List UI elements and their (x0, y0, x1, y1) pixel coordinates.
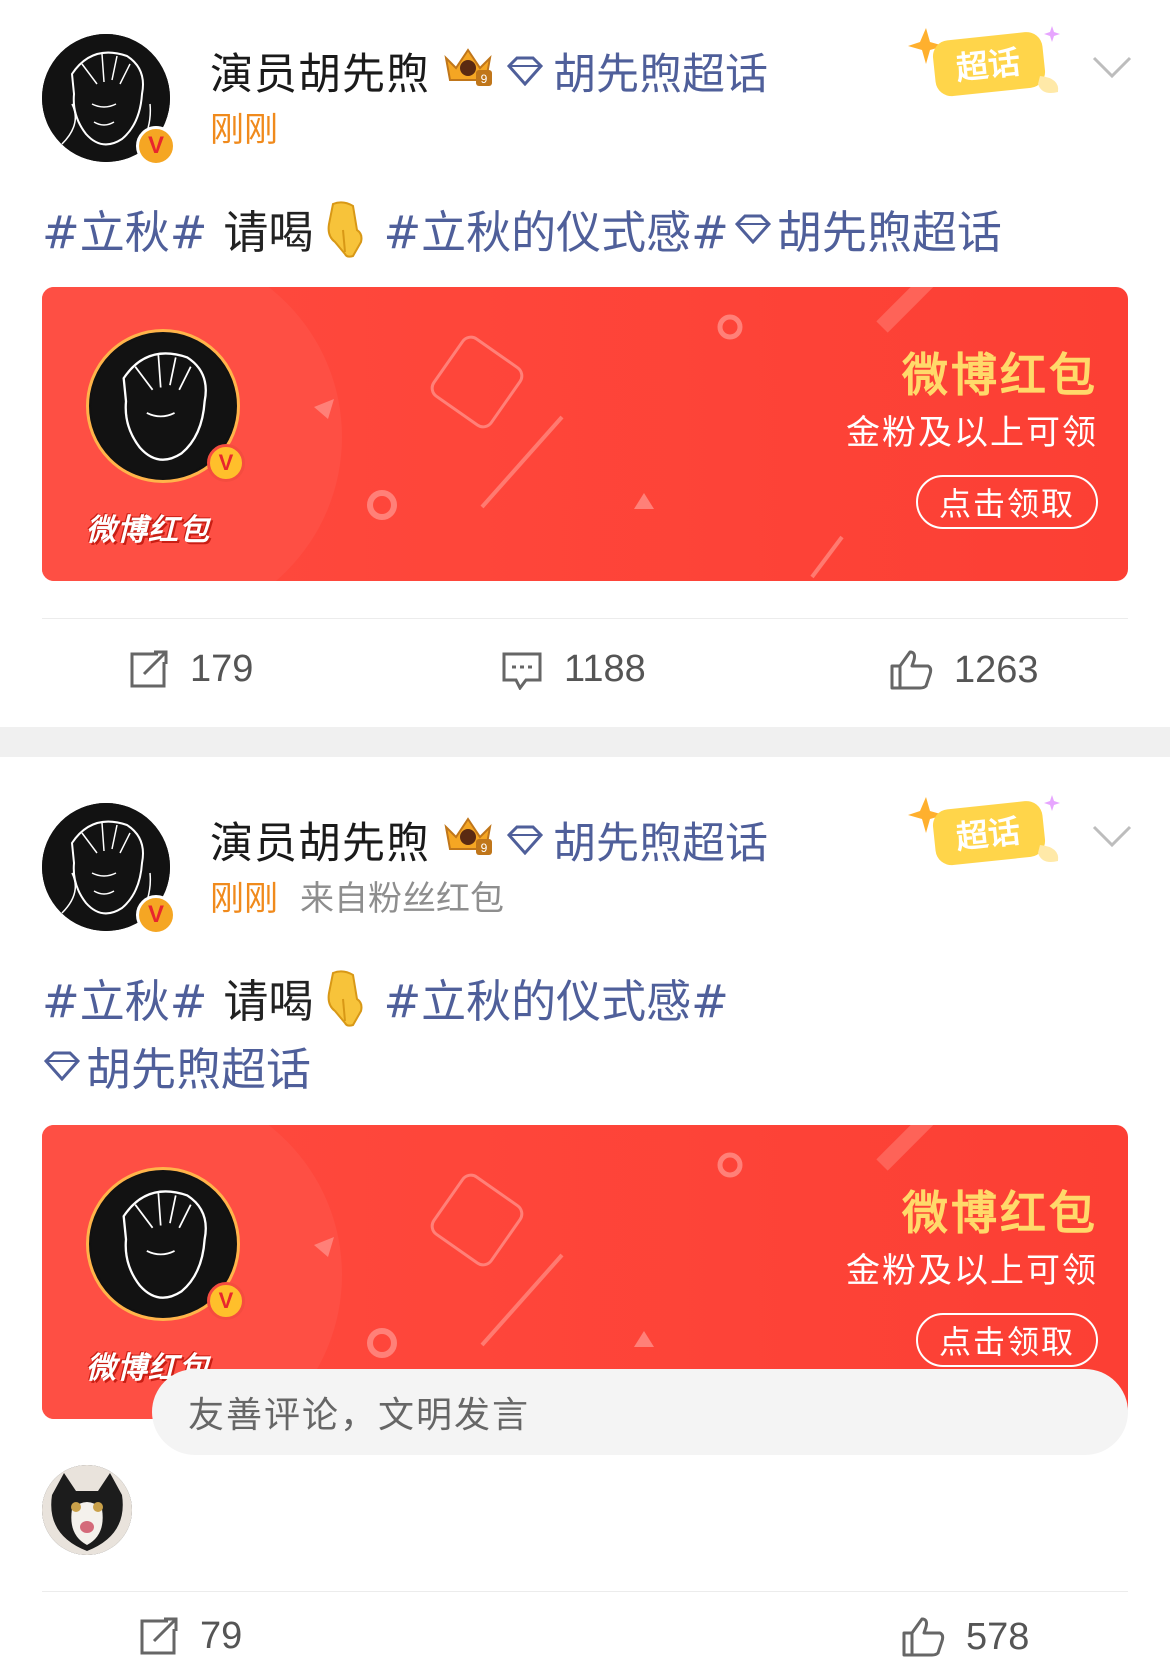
post-content: #立秋# 请喝 #立秋的仪式感# (42, 965, 729, 1030)
post-time: 刚刚 (210, 879, 278, 919)
comment-icon (502, 652, 542, 690)
supertopic-link[interactable]: 胡先煦超话 (505, 809, 768, 871)
divider (42, 1591, 1128, 1592)
thumbs-up-icon (902, 1617, 945, 1657)
like-count: 578 (966, 1615, 1030, 1658)
claim-button[interactable]: 点击领取 (916, 1313, 1098, 1367)
author-name[interactable]: 演员胡先煦 (210, 809, 430, 871)
hashtag-link[interactable]: #立秋的仪式感# (383, 965, 728, 1030)
claim-button[interactable]: 点击领取 (916, 475, 1098, 529)
weibo-post-1: V 演员胡先煦 9 胡先煦超话 刚刚 超话 #立秋# 请喝 #立秋的仪式感# 胡… (0, 0, 1170, 727)
supertopic-link-label: 胡先煦超话 (553, 819, 768, 869)
post-text: 请喝 (223, 975, 314, 1028)
red-packet-subtitle: 金粉及以上可领 (846, 413, 1098, 453)
pointing-down-emoji-icon (328, 969, 363, 1027)
post-separator (0, 727, 1170, 757)
comment-button[interactable]: 1188 (500, 648, 646, 691)
cat-avatar-icon (42, 1465, 132, 1555)
svg-text:超话: 超话 (954, 43, 1022, 87)
like-button[interactable]: 1263 (888, 648, 1039, 692)
red-packet-card[interactable]: V 微博红包 微博红包 金粉及以上可领 点击领取 (42, 287, 1128, 581)
diamond-icon (734, 214, 771, 244)
hashtag-link[interactable]: #立秋# (42, 196, 207, 261)
repost-icon (140, 1617, 178, 1654)
repost-count: 79 (200, 1615, 243, 1657)
hashtag-link[interactable]: #立秋# (42, 965, 207, 1030)
supertopic-inline-link[interactable]: 胡先煦超话 (86, 1033, 311, 1098)
post-content: #立秋# 请喝 #立秋的仪式感# 胡先煦超话 (42, 196, 1002, 261)
post-time: 刚刚 (210, 110, 278, 150)
hashtag-link[interactable]: #立秋的仪式感# (383, 196, 728, 261)
repost-button[interactable]: 79 (138, 1615, 242, 1658)
comment-input[interactable]: 友善评论，文明发言 (152, 1369, 1128, 1455)
repost-icon (130, 650, 168, 687)
pointing-down-emoji-icon (328, 200, 363, 258)
post-source[interactable]: 来自粉丝红包 (300, 871, 504, 920)
repost-count: 179 (190, 648, 254, 690)
diamond-icon (43, 1051, 81, 1081)
diamond-icon (506, 825, 544, 855)
like-count: 1263 (954, 648, 1039, 691)
comment-placeholder: 友善评论，文明发言 (188, 1395, 531, 1436)
red-packet-subtitle: 金粉及以上可领 (846, 1251, 1098, 1291)
like-button[interactable]: 578 (900, 1615, 1029, 1659)
thumbs-up-icon (890, 650, 933, 690)
fan-crown-icon: 9 (444, 817, 492, 855)
red-packet-avatar: V (86, 329, 245, 483)
weibo-post-2: V 演员胡先煦 9 胡先煦超话 刚刚 来自粉丝红包 超话 #立秋# 请喝 #立秋… (0, 757, 1170, 1675)
red-packet-logo: 微博红包 (86, 513, 210, 548)
svg-text:9: 9 (481, 841, 488, 855)
svg-text:9: 9 (481, 72, 488, 86)
supertopic-link[interactable]: 胡先煦超话 (505, 40, 768, 102)
author-avatar[interactable]: V (42, 803, 176, 935)
svg-text:超话: 超话 (954, 812, 1022, 856)
comment-count: 1188 (564, 648, 646, 690)
supertopic-link-label: 胡先煦超话 (553, 50, 768, 100)
author-name[interactable]: 演员胡先煦 (210, 40, 430, 102)
supertopic-inline-link[interactable]: 胡先煦超话 (777, 196, 1002, 261)
post-text: 请喝 (223, 206, 314, 259)
supertopic-badge[interactable]: 超话 (890, 14, 1070, 104)
author-avatar[interactable]: V (42, 34, 176, 166)
post-content-line-2: 胡先煦超话 (42, 1033, 311, 1098)
chevron-down-icon[interactable] (1090, 821, 1134, 851)
verified-badge-icon: V (136, 895, 176, 935)
verified-badge-icon: V (136, 126, 176, 166)
fan-crown-icon: 9 (444, 48, 492, 86)
divider (42, 618, 1128, 619)
commenter-avatar[interactable] (42, 1465, 132, 1555)
supertopic-badge[interactable]: 超话 (890, 783, 1070, 873)
red-packet-avatar: V (86, 1167, 245, 1321)
chevron-down-icon[interactable] (1090, 52, 1134, 82)
diamond-icon (506, 56, 544, 86)
verified-badge-icon: V (207, 444, 245, 482)
verified-badge-icon: V (207, 1282, 245, 1320)
repost-button[interactable]: 179 (128, 648, 253, 691)
red-packet-title: 微博红包 (902, 1186, 1098, 1240)
red-packet-title: 微博红包 (902, 348, 1098, 402)
